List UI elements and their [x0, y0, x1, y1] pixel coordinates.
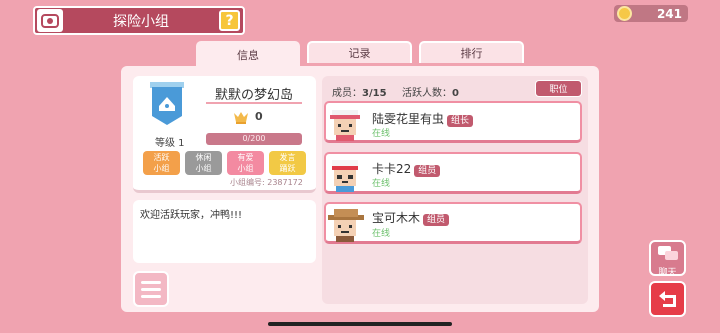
member-name: 陆雯花里有虫 — [372, 112, 445, 126]
tab-records-label: 记录 — [348, 47, 371, 60]
team-id: 小组编号: 2387172 — [230, 178, 303, 187]
member-name: 卡卡22 — [372, 162, 412, 176]
member-name-line: 卡卡22 组员 — [372, 160, 441, 177]
member-status: 在线 — [372, 129, 391, 139]
tag-active: 活跃 小组 — [143, 151, 180, 175]
page-title: 探险小组 — [113, 13, 169, 30]
avatar — [328, 207, 364, 243]
coin-icon — [617, 6, 632, 21]
tag-friendly: 有爱 小组 — [227, 151, 264, 175]
back-arrow-icon — [658, 291, 676, 307]
team-level: 等级 1 — [155, 138, 185, 149]
tag-casual: 休闲 小组 — [185, 151, 222, 175]
member-role-badge: 组长 — [447, 115, 474, 127]
menu-line-icon — [141, 294, 161, 298]
tab-ranking[interactable]: 排行 — [419, 41, 524, 63]
team-announcement: 欢迎活跃玩家，冲鸭!!! — [133, 200, 316, 263]
level-progress-bar: 0/200 — [206, 133, 302, 145]
member-name-line: 宝可木木 组员 — [372, 209, 450, 226]
member-status: 在线 — [372, 179, 391, 189]
menu-button[interactable] — [133, 271, 169, 307]
member-role-badge: 组员 — [414, 165, 441, 177]
back-button[interactable] — [649, 281, 686, 317]
team-badge-icon — [150, 82, 184, 126]
active-count-label: 活跃人数： — [402, 88, 452, 99]
currency-amount: 241 — [656, 6, 682, 21]
team-name: 默默の梦幻岛 — [206, 84, 302, 104]
home-indicator — [268, 322, 452, 326]
announcement-text: 欢迎活跃玩家，冲鸭!!! — [140, 210, 243, 221]
team-title-bar: 探险小组 ? — [33, 6, 245, 35]
tag-active-label: 活跃 小组 — [153, 153, 170, 173]
avatar — [328, 106, 364, 142]
member-count: 成员：3/15 — [332, 84, 387, 99]
chat-label: 聊天 — [658, 268, 677, 278]
help-button[interactable]: ? — [219, 10, 240, 31]
trophy-icon — [233, 110, 249, 124]
tab-info-label: 信息 — [237, 49, 259, 62]
active-count-value: 0 — [452, 88, 459, 99]
member-role-badge: 组员 — [423, 214, 450, 226]
member-count-label: 成员： — [332, 88, 362, 99]
menu-line-icon — [141, 287, 161, 291]
menu-line-icon — [141, 280, 161, 284]
active-count: 活跃人数：0 — [402, 84, 459, 99]
member-status: 在线 — [372, 229, 391, 239]
chat-bubble-icon — [657, 246, 678, 260]
tab-ranking-label: 排行 — [460, 47, 483, 60]
position-button[interactable]: 职位 — [535, 80, 582, 97]
tab-info[interactable]: 信息 — [196, 41, 300, 69]
member-count-value: 3/15 — [362, 88, 387, 99]
tag-friendly-label: 有爱 小组 — [237, 153, 254, 173]
currency-display: 241 — [614, 5, 688, 22]
tag-casual-label: 休闲 小组 — [195, 153, 212, 173]
member-name-line: 陆雯花里有虫 组长 — [372, 110, 474, 127]
tab-records[interactable]: 记录 — [307, 41, 412, 63]
member-name: 宝可木木 — [372, 211, 421, 225]
team-emblem-icon — [37, 9, 63, 32]
tag-chatty-label: 发言 踊跃 — [279, 153, 296, 173]
tag-chatty: 发言 踊跃 — [269, 151, 306, 175]
chat-button[interactable]: 聊天 — [649, 240, 686, 278]
team-score: 0 — [255, 110, 263, 123]
avatar — [328, 157, 364, 193]
